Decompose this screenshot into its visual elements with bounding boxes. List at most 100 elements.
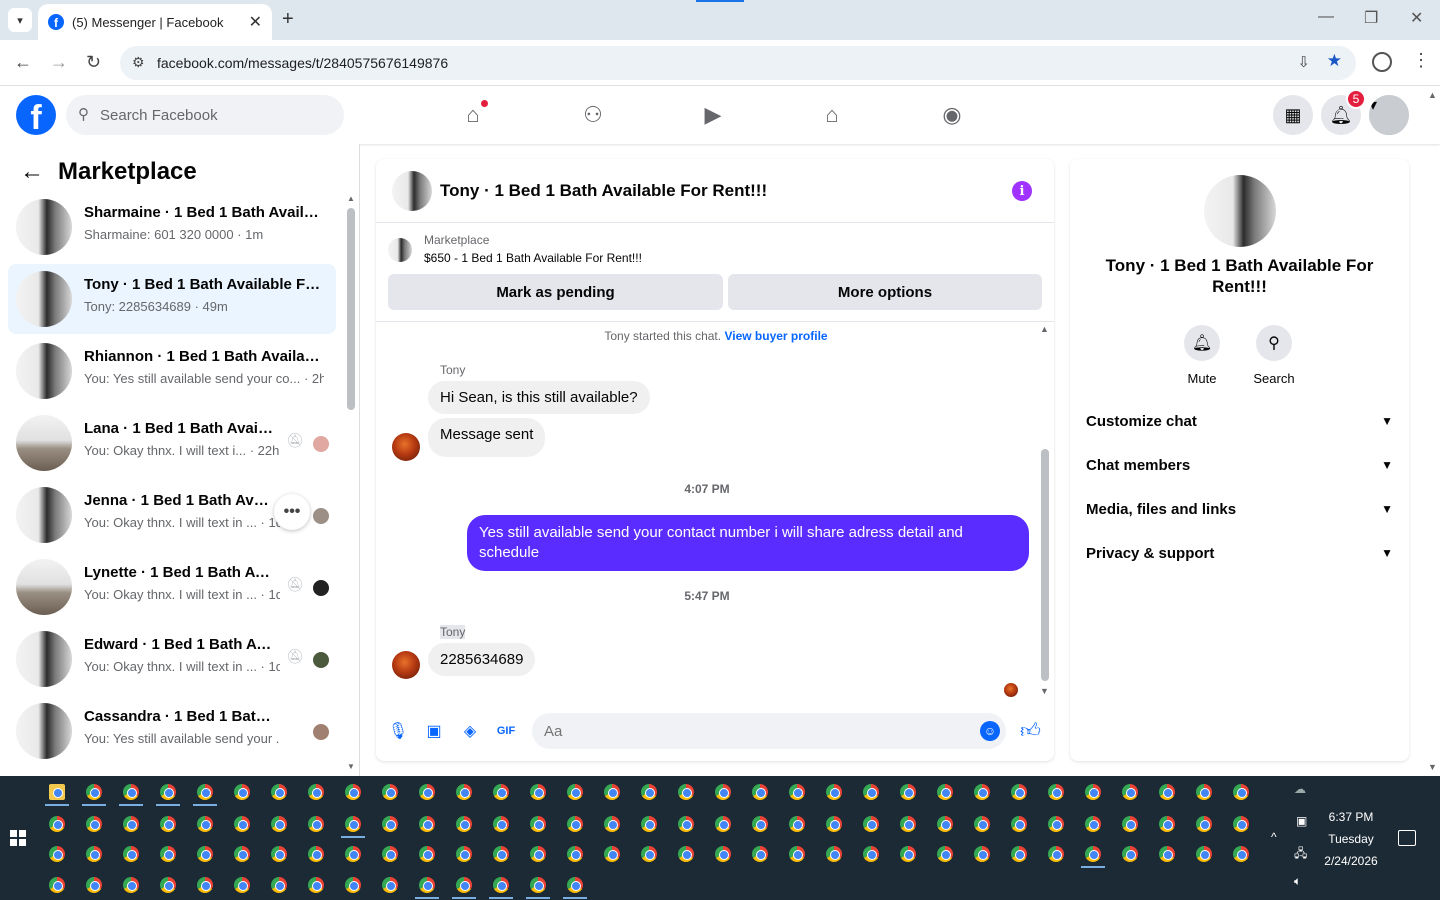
chrome-app-icon[interactable]: [863, 846, 879, 862]
chrome-app-icon[interactable]: [271, 816, 287, 832]
conversation-item[interactable]: Sharmaine · 1 Bed 1 Bath Availab... Shar…: [8, 192, 336, 262]
chrome-app-icon[interactable]: [530, 784, 546, 800]
chrome-app-icon[interactable]: [937, 846, 953, 862]
back-arrow-icon[interactable]: ←: [20, 158, 44, 186]
chrome-app-icon[interactable]: [308, 784, 324, 800]
chrome-app-icon[interactable]: [345, 784, 361, 800]
chrome-app-icon[interactable]: [123, 846, 139, 862]
groups-icon[interactable]: ◉: [938, 101, 966, 129]
conversation-item[interactable]: Cassandra · 1 Bed 1 Bath Avail... You: Y…: [8, 696, 336, 766]
chrome-app-icon[interactable]: [567, 846, 583, 862]
chrome-app-icon[interactable]: [1122, 816, 1138, 832]
chrome-app-icon[interactable]: [1196, 784, 1212, 800]
chat-members-section[interactable]: Chat members ▼: [1086, 447, 1393, 483]
customize-chat-section[interactable]: Customize chat ▼: [1086, 403, 1393, 439]
chrome-app-icon[interactable]: [160, 846, 176, 862]
chrome-app-icon[interactable]: [382, 816, 398, 832]
chrome-app-icon[interactable]: [1011, 846, 1027, 862]
info-icon[interactable]: i: [1012, 181, 1032, 201]
restore-icon[interactable]: ❐: [1364, 8, 1378, 28]
microphone-icon[interactable]: 🎙︎: [388, 721, 408, 741]
chrome-app-icon[interactable]: [530, 816, 546, 832]
scroll-up-icon[interactable]: ▲: [347, 194, 355, 203]
chrome-app-icon[interactable]: [752, 846, 768, 862]
chrome-app-icon[interactable]: [197, 877, 213, 893]
gif-icon[interactable]: GIF: [496, 721, 516, 741]
chrome-app-icon[interactable]: [937, 784, 953, 800]
chrome-app-icon[interactable]: [1085, 784, 1101, 800]
reload-icon[interactable]: ↻: [86, 52, 101, 73]
browser-menu-icon[interactable]: ⋮: [1412, 50, 1430, 71]
chrome-app-icon[interactable]: [160, 816, 176, 832]
chrome-app-icon[interactable]: [1233, 816, 1249, 832]
list-scrollbar[interactable]: [347, 208, 355, 410]
windows-start-icon[interactable]: [10, 830, 26, 846]
chrome-app-icon[interactable]: [715, 784, 731, 800]
chrome-app-icon[interactable]: [641, 784, 657, 800]
search-button[interactable]: ⚲ Search: [1244, 325, 1304, 386]
chrome-app-icon[interactable]: [974, 816, 990, 832]
chrome-app-icon[interactable]: [1233, 846, 1249, 862]
chrome-app-icon[interactable]: [567, 877, 583, 893]
scroll-down-icon[interactable]: ▼: [1040, 686, 1049, 696]
chrome-app-icon[interactable]: [641, 846, 657, 862]
chrome-app-icon[interactable]: [641, 816, 657, 832]
chrome-app-icon[interactable]: [789, 816, 805, 832]
scroll-up-icon[interactable]: ▲: [1040, 324, 1049, 334]
friends-icon[interactable]: ⚇: [579, 101, 607, 129]
conversation-item[interactable]: Rhiannon · 1 Bed 1 Bath Availabl... You:…: [8, 336, 336, 406]
chrome-app-icon[interactable]: [86, 877, 102, 893]
chrome-app-icon[interactable]: [308, 846, 324, 862]
chrome-app-icon[interactable]: [937, 816, 953, 832]
chrome-app-icon[interactable]: [826, 846, 842, 862]
video-icon[interactable]: ▶: [699, 101, 727, 129]
chrome-app-icon[interactable]: [715, 846, 731, 862]
chrome-app-icon[interactable]: [567, 784, 583, 800]
tray-device-icon[interactable]: ▣: [1296, 814, 1307, 828]
chrome-app-icon[interactable]: [345, 877, 361, 893]
chrome-app-icon[interactable]: [1085, 816, 1101, 832]
new-tab-icon[interactable]: +: [282, 8, 294, 31]
chrome-app-icon[interactable]: [493, 784, 509, 800]
chrome-app-icon[interactable]: [789, 846, 805, 862]
chrome-app-icon[interactable]: [604, 784, 620, 800]
minimize-icon[interactable]: —: [1318, 8, 1334, 26]
forward-icon[interactable]: →: [50, 52, 68, 73]
message-input[interactable]: [532, 713, 1006, 749]
chrome-app-icon[interactable]: [493, 846, 509, 862]
emoji-icon[interactable]: ☺: [980, 721, 1000, 741]
chrome-app-icon[interactable]: [419, 816, 435, 832]
chrome-app-icon[interactable]: [456, 846, 472, 862]
conversation-item-active[interactable]: Tony · 1 Bed 1 Bath Available For... Ton…: [8, 264, 336, 334]
chrome-app-icon[interactable]: [493, 877, 509, 893]
chrome-app-icon[interactable]: [530, 846, 546, 862]
chrome-app-icon[interactable]: [1048, 784, 1064, 800]
chrome-app-icon[interactable]: [160, 784, 176, 800]
chrome-app-icon[interactable]: [1159, 846, 1175, 862]
chrome-app-icon[interactable]: [456, 877, 472, 893]
chrome-app-icon[interactable]: [530, 877, 546, 893]
view-buyer-profile-link[interactable]: View buyer profile: [724, 329, 827, 343]
listing-avatar[interactable]: [1204, 175, 1276, 247]
chrome-app-icon[interactable]: [234, 816, 250, 832]
onedrive-cloud-icon[interactable]: ☁: [1294, 782, 1306, 796]
page-scroll-down-icon[interactable]: ▼: [1428, 762, 1437, 772]
notification-center-icon[interactable]: [1398, 830, 1416, 846]
chrome-app-icon[interactable]: [345, 846, 361, 862]
sticker-icon[interactable]: ◈: [460, 721, 480, 741]
chat-title[interactable]: Tony · 1 Bed 1 Bath Available For Rent!!…: [440, 181, 767, 201]
conversation-item[interactable]: Lynette · 1 Bed 1 Bath Avai... You: Okay…: [8, 552, 336, 622]
chrome-app-icon[interactable]: [567, 816, 583, 832]
chrome-app-icon[interactable]: [456, 784, 472, 800]
chrome-app-icon[interactable]: [234, 877, 250, 893]
chrome-app-icon[interactable]: [1122, 784, 1138, 800]
chrome-app-icon[interactable]: [900, 816, 916, 832]
chrome-app-icon[interactable]: [160, 877, 176, 893]
chrome-app-icon[interactable]: [604, 846, 620, 862]
chrome-app-icon[interactable]: [271, 846, 287, 862]
chrome-app-icon[interactable]: [345, 816, 361, 832]
mark-as-pending-button[interactable]: Mark as pending: [388, 274, 723, 310]
chrome-app-icon[interactable]: [604, 816, 620, 832]
photo-icon[interactable]: ▣: [424, 721, 444, 741]
incoming-message[interactable]: Hi Sean, is this still available?: [428, 381, 650, 414]
